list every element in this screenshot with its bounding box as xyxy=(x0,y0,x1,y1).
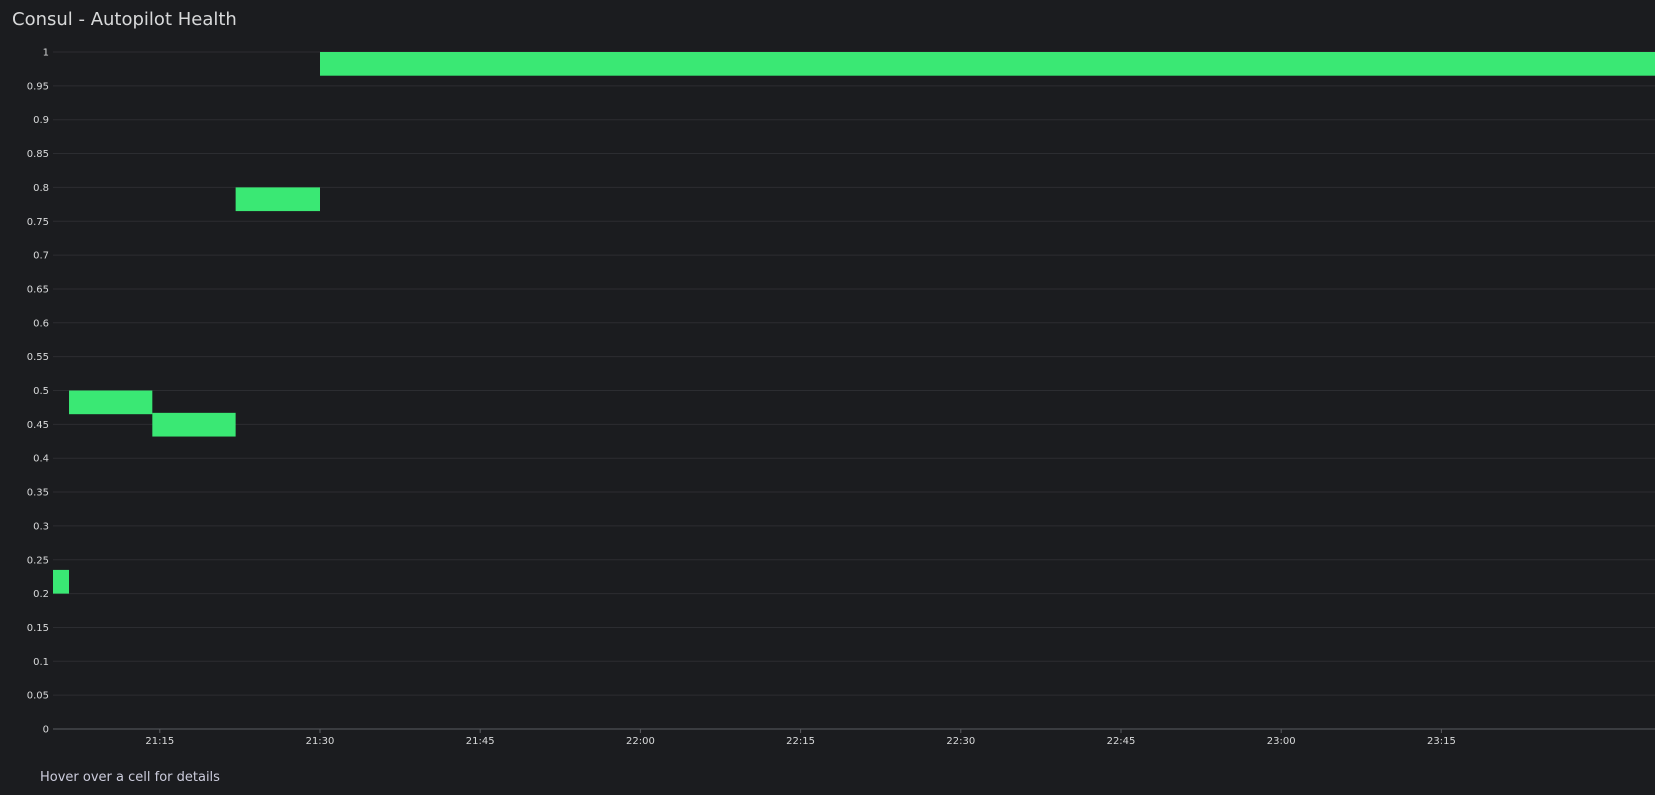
y-tick-label: 0.95 xyxy=(27,81,49,92)
x-tick-label: 23:15 xyxy=(1427,736,1456,747)
y-tick-label: 0.45 xyxy=(27,420,49,431)
y-tick-label: 0.85 xyxy=(27,149,49,160)
y-tick-label: 0.4 xyxy=(33,454,49,465)
x-tick-label: 22:30 xyxy=(946,736,975,747)
heatmap-cell[interactable] xyxy=(53,569,70,594)
grid-lines xyxy=(53,51,1655,730)
x-tick-label: 23:00 xyxy=(1267,736,1296,747)
y-tick-label: 0.35 xyxy=(27,488,49,499)
x-tick-label: 22:45 xyxy=(1107,736,1136,747)
y-tick-label: 0.6 xyxy=(33,318,49,329)
y-tick-label: 0.2 xyxy=(33,589,49,600)
heatmap-cell[interactable] xyxy=(235,187,320,212)
x-tick-label: 21:30 xyxy=(306,736,335,747)
x-tick-label: 22:00 xyxy=(626,736,655,747)
y-tick-label: 0.5 xyxy=(33,386,49,397)
heatmap-panel: Consul - Autopilot Health 0 0.05 0.1 0.15 0.… xyxy=(0,0,1655,795)
y-tick-label: 0.65 xyxy=(27,284,49,295)
y-tick-label: 0.75 xyxy=(27,217,49,228)
y-tick-label: 0.1 xyxy=(33,657,49,668)
heatmap-cell[interactable] xyxy=(152,412,236,437)
x-tick-label: 22:15 xyxy=(786,736,815,747)
x-tick-label: 21:15 xyxy=(145,736,174,747)
y-tick-label: 1 xyxy=(43,48,49,59)
heatmap-cell[interactable] xyxy=(320,52,1655,76)
axes: 0 0.05 0.1 0.15 0.2 0.25 0.3 0.35 0.4 0.45 0.5 0.55… xyxy=(27,48,1655,747)
y-tick-label: 0.7 xyxy=(33,251,49,262)
y-tick-label: 0.9 xyxy=(33,115,49,126)
y-tick-label: 0.55 xyxy=(27,352,49,363)
heatmap-chart: 0 0.05 0.1 0.15 0.2 0.25 0.3 0.35 0.4 0.45 0.5 0.55… xyxy=(27,48,1655,747)
y-tick-label: 0.15 xyxy=(27,623,49,634)
y-tick-label: 0.25 xyxy=(27,555,49,566)
y-tick-label: 0.3 xyxy=(33,521,49,532)
y-tick-label: 0.8 xyxy=(33,183,49,194)
x-tick-label: 21:45 xyxy=(466,736,495,747)
y-tick-label: 0 xyxy=(43,725,49,736)
hover-hint: Hover over a cell for details xyxy=(40,770,220,785)
heatmap-cell[interactable] xyxy=(69,390,153,415)
y-tick-label: 0.05 xyxy=(27,691,49,702)
